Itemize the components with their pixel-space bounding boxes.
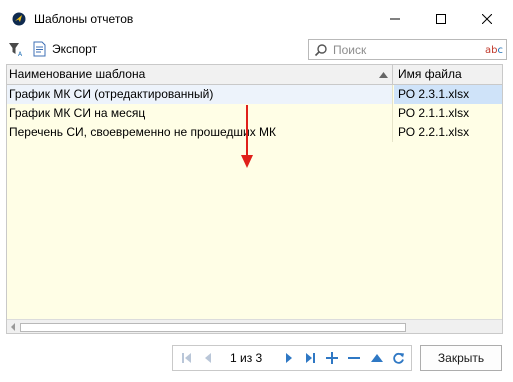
export-icon bbox=[33, 41, 46, 57]
page-indicator: 1 из 3 bbox=[230, 351, 263, 365]
export-button[interactable]: Экспорт bbox=[33, 39, 97, 59]
search-input[interactable]: Поиск abc bbox=[308, 39, 507, 60]
table-row[interactable]: График МК СИ на месяц РО 2.1.1.xlsx bbox=[7, 104, 502, 123]
prev-page-icon[interactable] bbox=[204, 352, 212, 364]
cell-file-name[interactable]: РО 2.1.1.xlsx bbox=[394, 104, 502, 123]
minimize-icon bbox=[390, 18, 400, 20]
remove-icon[interactable] bbox=[348, 352, 360, 364]
next-page-icon[interactable] bbox=[285, 352, 293, 364]
svg-text:A: A bbox=[18, 51, 23, 57]
up-icon[interactable] bbox=[371, 352, 383, 364]
scroll-left-icon[interactable] bbox=[10, 323, 16, 331]
horizontal-scrollbar[interactable] bbox=[7, 319, 502, 333]
add-icon[interactable] bbox=[326, 352, 338, 364]
maximize-icon bbox=[436, 14, 446, 24]
grid-header: Наименование шаблона Имя файла bbox=[7, 65, 502, 85]
cell-template-name[interactable]: Перечень СИ, своевременно не прошедших М… bbox=[7, 123, 393, 142]
cell-template-name[interactable]: График МК СИ на месяц bbox=[7, 104, 393, 123]
column-header-template-name[interactable]: Наименование шаблона bbox=[7, 65, 393, 84]
column-header-file-name[interactable]: Имя файла bbox=[394, 65, 502, 84]
export-label: Экспорт bbox=[52, 42, 98, 56]
cell-file-name[interactable]: РО 2.2.1.xlsx bbox=[394, 123, 502, 142]
scrollbar-thumb[interactable] bbox=[20, 323, 406, 332]
table-row[interactable]: Перечень СИ, своевременно не прошедших М… bbox=[7, 123, 502, 142]
app-logo-icon bbox=[12, 12, 26, 26]
search-icon bbox=[314, 44, 327, 57]
close-icon bbox=[482, 14, 492, 24]
last-page-icon[interactable] bbox=[305, 352, 315, 364]
cell-template-name[interactable]: График МК СИ (отредактированный) bbox=[7, 85, 393, 104]
close-window-button[interactable] bbox=[464, 0, 510, 38]
title-bar: Шаблоны отчетов bbox=[0, 0, 513, 38]
abc-icon-c: c bbox=[497, 45, 504, 56]
close-button[interactable]: Закрыть bbox=[420, 345, 502, 371]
search-placeholder: Поиск bbox=[333, 43, 367, 57]
sort-asc-icon bbox=[379, 72, 388, 78]
annotation-arrow bbox=[241, 105, 253, 168]
maximize-button[interactable] bbox=[418, 0, 464, 38]
refresh-icon[interactable] bbox=[392, 352, 405, 365]
cell-file-name[interactable]: РО 2.3.1.xlsx bbox=[394, 85, 502, 104]
templates-grid: Наименование шаблона Имя файла График МК… bbox=[6, 64, 503, 334]
filter-icon[interactable]: A bbox=[8, 41, 24, 57]
toolbar: A Экспорт Поиск abc bbox=[0, 38, 513, 62]
abc-icon[interactable]: abc bbox=[485, 45, 503, 56]
report-templates-window: Шаблоны отчетов A Экспорт Поиск abc Наим… bbox=[0, 0, 513, 382]
table-row[interactable]: График МК СИ (отредактированный) РО 2.3.… bbox=[7, 85, 502, 104]
first-page-icon[interactable] bbox=[182, 352, 192, 364]
minimize-button[interactable] bbox=[372, 0, 418, 38]
window-title: Шаблоны отчетов bbox=[34, 12, 134, 26]
pager: 1 из 3 bbox=[172, 345, 412, 371]
